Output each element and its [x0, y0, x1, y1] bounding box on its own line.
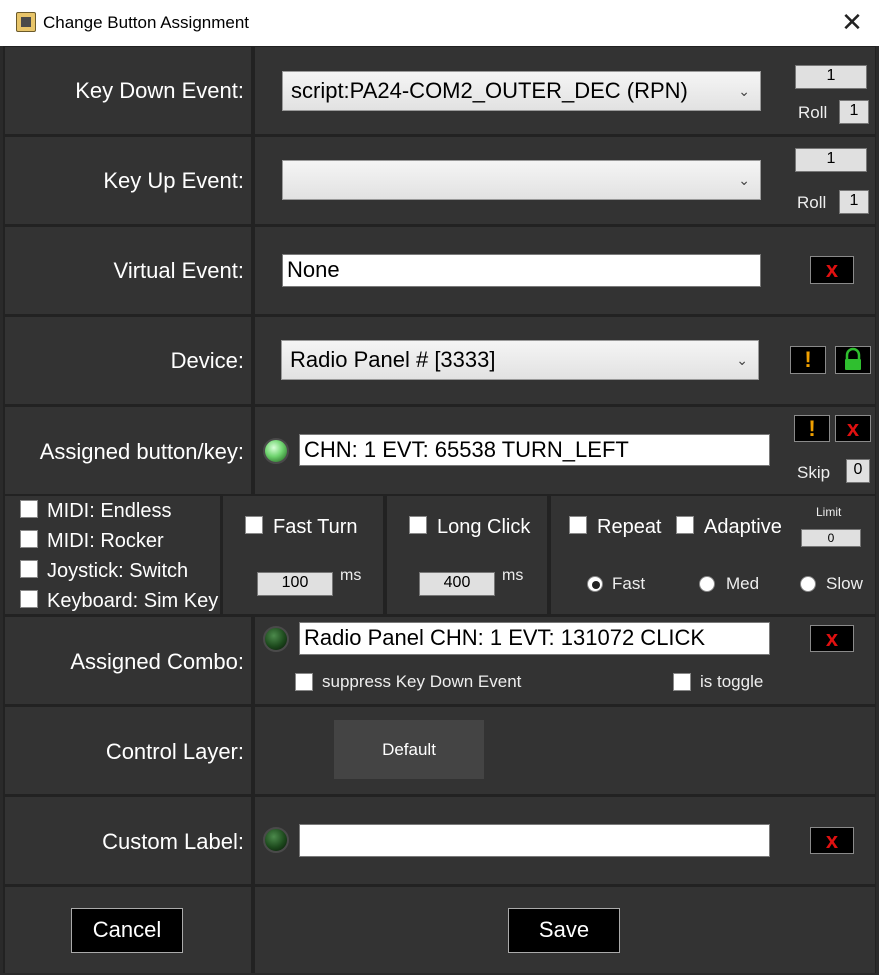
close-icon[interactable]: ✕: [838, 8, 866, 36]
chevron-down-icon: ⌄: [738, 83, 750, 99]
lock-icon[interactable]: [835, 346, 871, 374]
is-toggle-label: is toggle: [700, 672, 764, 691]
suppress-key-down-checkbox[interactable]: [295, 673, 313, 691]
fast-turn-ms-input[interactable]: 100: [257, 572, 333, 596]
assigned-warning-button[interactable]: !: [794, 415, 830, 442]
key-down-select[interactable]: script:PA24-COM2_OUTER_DEC (RPN) ⌄: [282, 71, 761, 111]
chevron-down-icon: ⌄: [738, 172, 750, 188]
fast-turn-cell: [223, 496, 383, 614]
assigned-button-input[interactable]: CHN: 1 EVT: 65538 TURN_LEFT: [299, 434, 770, 466]
key-down-count[interactable]: 1: [795, 65, 867, 89]
repeat-checkbox[interactable]: [569, 516, 587, 534]
key-up-count[interactable]: 1: [795, 148, 867, 172]
fast-turn-ms-unit: ms: [340, 567, 362, 584]
midi-rocker-label: MIDI: Rocker: [47, 530, 164, 552]
midi-endless-checkbox[interactable]: [20, 500, 38, 518]
key-down-roll-label: Roll: [798, 103, 828, 122]
save-button[interactable]: Save: [508, 908, 620, 953]
key-down-select-value: script:PA24-COM2_OUTER_DEC (RPN): [291, 78, 688, 103]
speed-slow-radio[interactable]: [800, 576, 816, 592]
midi-rocker-checkbox[interactable]: [20, 530, 38, 548]
long-click-ms-unit: ms: [502, 567, 524, 584]
keyboard-sim-label: Keyboard: Sim Key: [47, 590, 219, 612]
status-led-off: [263, 626, 289, 652]
adaptive-checkbox[interactable]: [676, 516, 694, 534]
key-down-label: Key Down Event:: [75, 78, 244, 103]
speed-med-radio[interactable]: [699, 576, 715, 592]
key-down-roll-input[interactable]: 1: [839, 100, 869, 124]
key-up-select[interactable]: ⌄: [282, 160, 761, 200]
custom-label-label: Custom Label:: [102, 829, 244, 854]
fast-turn-checkbox[interactable]: [245, 516, 263, 534]
device-select[interactable]: Radio Panel # [3333] ⌄: [281, 340, 759, 380]
chevron-down-icon: ⌄: [736, 352, 748, 368]
skip-input[interactable]: 0: [846, 459, 870, 483]
status-led-off: [263, 827, 289, 853]
custom-label-input[interactable]: [299, 824, 770, 857]
assigned-button-label: Assigned button/key:: [39, 439, 244, 464]
speed-fast-radio[interactable]: [587, 576, 603, 592]
app-icon: [16, 12, 36, 32]
long-click-ms-input[interactable]: 400: [419, 572, 495, 596]
fast-turn-label: Fast Turn: [273, 516, 358, 538]
combo-clear-button[interactable]: x: [810, 625, 854, 652]
assigned-combo-label: Assigned Combo:: [70, 649, 244, 674]
adaptive-label: Adaptive: [704, 516, 782, 538]
keyboard-sim-checkbox[interactable]: [20, 590, 38, 608]
repeat-label: Repeat: [597, 516, 662, 538]
limit-label: Limit: [816, 505, 842, 519]
control-layer-button[interactable]: Default: [334, 720, 484, 779]
virtual-event-input[interactable]: None: [282, 254, 761, 287]
window-title: Change Button Assignment: [43, 13, 250, 32]
speed-slow-label: Slow: [826, 574, 863, 593]
virtual-event-label: Virtual Event:: [113, 258, 244, 283]
joystick-switch-label: Joystick: Switch: [47, 560, 189, 582]
key-up-label: Key Up Event:: [103, 168, 244, 193]
key-up-roll-input[interactable]: 1: [839, 190, 869, 214]
long-click-cell: [387, 496, 547, 614]
assigned-combo-input[interactable]: Radio Panel CHN: 1 EVT: 131072 CLICK: [299, 622, 770, 655]
speed-med-label: Med: [726, 574, 760, 593]
long-click-checkbox[interactable]: [409, 516, 427, 534]
suppress-key-down-label: suppress Key Down Event: [322, 672, 522, 691]
custom-clear-button[interactable]: x: [810, 827, 854, 854]
is-toggle-checkbox[interactable]: [673, 673, 691, 691]
skip-label: Skip: [797, 463, 831, 482]
assigned-clear-button[interactable]: x: [835, 415, 871, 442]
limit-input[interactable]: 0: [801, 529, 861, 547]
control-layer-label: Control Layer:: [105, 739, 244, 764]
key-up-roll-label: Roll: [797, 193, 827, 212]
virtual-clear-button[interactable]: x: [810, 256, 854, 284]
status-led-on: [263, 438, 289, 464]
midi-endless-label: MIDI: Endless: [47, 500, 172, 522]
device-select-value: Radio Panel # [3333]: [290, 347, 496, 372]
long-click-label: Long Click: [437, 516, 531, 538]
cancel-button[interactable]: Cancel: [71, 908, 183, 953]
device-label: Device:: [170, 348, 244, 373]
device-warning-button[interactable]: !: [790, 346, 826, 374]
joystick-switch-checkbox[interactable]: [20, 560, 38, 578]
speed-fast-label: Fast: [612, 574, 646, 593]
